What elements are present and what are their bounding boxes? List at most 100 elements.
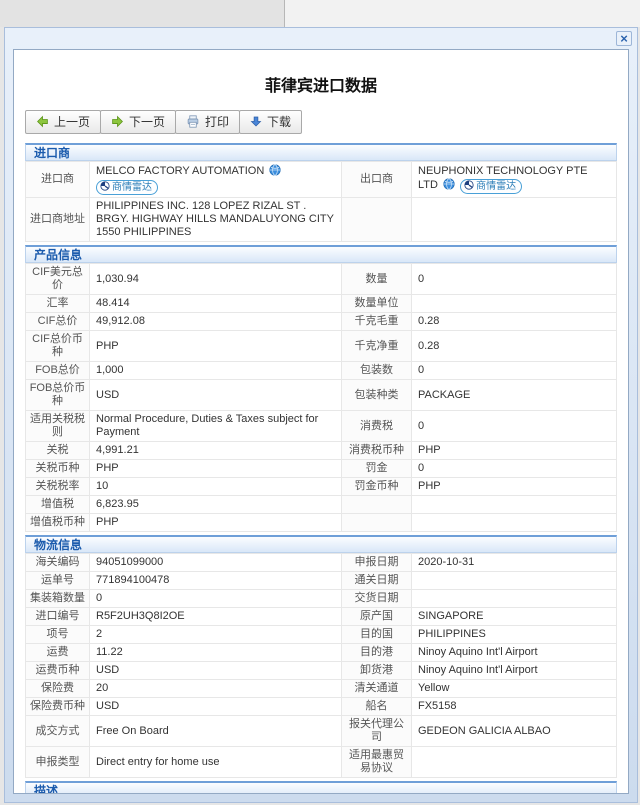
field-value: Yellow — [412, 680, 617, 698]
field-label: 包装种类 — [342, 380, 412, 411]
importer-label: 进口商 — [26, 162, 90, 198]
product-section-header: 产品信息 — [25, 245, 617, 263]
field-label: 目的港 — [342, 644, 412, 662]
toolbar: 上一页 下一页 打印 下载 — [25, 110, 617, 134]
table-row: 汇率48.414数量单位 — [26, 295, 617, 313]
field-value: Ninoy Aquino Int'l Airport — [412, 662, 617, 680]
field-value — [412, 496, 617, 514]
table-row: 成交方式Free On Board报关代理公司GEDEON GALICIA AL… — [26, 716, 617, 747]
field-value: 0 — [412, 460, 617, 478]
logistics-section: 物流信息 海关编码94051099000申报日期2020-10-31 运单号77… — [25, 535, 617, 778]
radar-icon — [100, 181, 110, 191]
field-label: 进口编号 — [26, 608, 90, 626]
print-label: 打印 — [205, 115, 229, 129]
description-section: 描述 产品描述1 HPR2-100SW HIGH POWER LED RING … — [25, 781, 617, 794]
exporter-value-cell: NEUPHONIX TECHNOLOGY PTE LTD 商情雷达 — [412, 162, 617, 198]
field-label: CIF美元总价 — [26, 264, 90, 295]
field-value: 0 — [90, 590, 342, 608]
radar-icon — [464, 180, 474, 190]
field-label: CIF总价 — [26, 313, 90, 331]
exporter-label: 出口商 — [342, 162, 412, 198]
download-button[interactable]: 下载 — [239, 110, 302, 134]
arrow-down-icon — [250, 115, 262, 128]
field-label: 运单号 — [26, 572, 90, 590]
table-row: 增值税6,823.95 — [26, 496, 617, 514]
logistics-table: 海关编码94051099000申报日期2020-10-31 运单号7718941… — [25, 553, 617, 778]
field-value: PACKAGE — [412, 380, 617, 411]
table-row: 进口商地址 PHILIPPINES INC. 128 LOPEZ RIZAL S… — [26, 198, 617, 242]
field-value: 1,030.94 — [90, 264, 342, 295]
importer-section: 进口商 进口商 MELCO FACTORY AUTOMATION 商情雷达 出口… — [25, 143, 617, 242]
field-label: 消费税币种 — [342, 442, 412, 460]
next-page-button[interactable]: 下一页 — [100, 110, 176, 134]
table-row: 运费11.22目的港Ninoy Aquino Int'l Airport — [26, 644, 617, 662]
field-label: 申报类型 — [26, 747, 90, 778]
field-label: 报关代理公司 — [342, 716, 412, 747]
product-table: CIF美元总价1,030.94数量 0 汇率48.414数量单位 CIF总价49,… — [25, 263, 617, 532]
field-label: 目的国 — [342, 626, 412, 644]
field-label: 数量单位 — [342, 295, 412, 313]
field-label: 项号 — [26, 626, 90, 644]
field-label: 运费 — [26, 644, 90, 662]
print-button[interactable]: 打印 — [175, 110, 240, 134]
table-row: CIF总价49,912.08千克毛重0.28 — [26, 313, 617, 331]
prev-page-button[interactable]: 上一页 — [25, 110, 101, 134]
importer-address-value: PHILIPPINES INC. 128 LOPEZ RIZAL ST . BR… — [90, 198, 342, 242]
printer-icon — [186, 115, 200, 128]
field-value: Free On Board — [90, 716, 342, 747]
table-row: 运单号771894100478通关日期 — [26, 572, 617, 590]
field-value: GEDEON GALICIA ALBAO — [412, 716, 617, 747]
field-value: Ninoy Aquino Int'l Airport — [412, 644, 617, 662]
shangqing-radar-badge[interactable]: 商情雷达 — [96, 180, 158, 195]
close-icon[interactable]: × — [616, 31, 632, 46]
field-label: 数量 — [342, 264, 412, 295]
field-value: 0.28 — [412, 313, 617, 331]
field-value — [412, 747, 617, 778]
field-value: 2020-10-31 — [412, 554, 617, 572]
table-row: 增值税币种PHP — [26, 514, 617, 532]
page-title: 菲律宾进口数据 — [25, 72, 617, 96]
field-label: 罚金 — [342, 460, 412, 478]
importer-name: MELCO FACTORY AUTOMATION — [96, 165, 264, 177]
product-section: 产品信息 CIF美元总价1,030.94数量 0 汇率48.414数量单位 CIF… — [25, 245, 617, 532]
table-row: 进口商 MELCO FACTORY AUTOMATION 商情雷达 出口商 NE… — [26, 162, 617, 198]
empty-cell — [412, 198, 617, 242]
field-value: 11.22 — [90, 644, 342, 662]
field-value: 48.414 — [90, 295, 342, 313]
field-label: CIF总价币种 — [26, 331, 90, 362]
download-label: 下载 — [267, 115, 291, 129]
table-row: FOB总价1,000包装数0 — [26, 362, 617, 380]
field-value: USD — [90, 698, 342, 716]
importer-table: 进口商 MELCO FACTORY AUTOMATION 商情雷达 出口商 NE… — [25, 161, 617, 242]
field-label: FOB总价 — [26, 362, 90, 380]
dialog-panel: 菲律宾进口数据 上一页 下一页 打印 下载 进口商 进口商 MELCO FACT… — [13, 49, 629, 794]
field-value: 4,991.21 — [90, 442, 342, 460]
table-row: 海关编码94051099000申报日期2020-10-31 — [26, 554, 617, 572]
field-label — [342, 496, 412, 514]
field-value — [412, 514, 617, 532]
field-label: 保险费 — [26, 680, 90, 698]
arrow-left-icon — [36, 115, 49, 128]
empty-cell — [342, 198, 412, 242]
field-label: 增值税 — [26, 496, 90, 514]
field-value — [412, 295, 617, 313]
field-label: 适用关税税则 — [26, 411, 90, 442]
field-label: 卸货港 — [342, 662, 412, 680]
field-label: 交货日期 — [342, 590, 412, 608]
field-value: 10 — [90, 478, 342, 496]
field-label: 罚金币种 — [342, 478, 412, 496]
shangqing-radar-badge[interactable]: 商情雷达 — [460, 179, 522, 194]
field-value: USD — [90, 662, 342, 680]
field-label: 包装数 — [342, 362, 412, 380]
field-value: PHP — [412, 478, 617, 496]
field-label: 增值税币种 — [26, 514, 90, 532]
description-section-header: 描述 — [25, 781, 617, 794]
importer-value-cell: MELCO FACTORY AUTOMATION 商情雷达 — [90, 162, 342, 198]
field-value: PHP — [90, 331, 342, 362]
globe-icon[interactable] — [443, 178, 455, 194]
field-value: PHP — [90, 460, 342, 478]
field-value: USD — [90, 380, 342, 411]
globe-icon[interactable] — [269, 164, 281, 180]
table-row: 适用关税税则Normal Procedure, Duties & Taxes s… — [26, 411, 617, 442]
field-label: 千克净重 — [342, 331, 412, 362]
